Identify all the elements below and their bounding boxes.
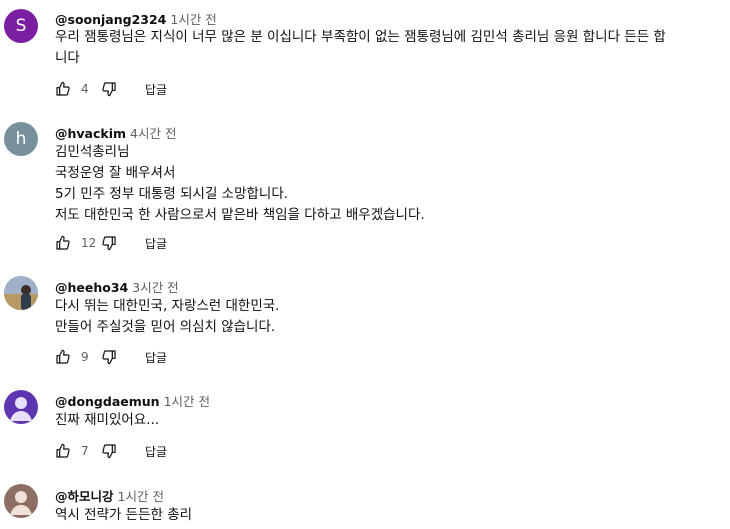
reply-button[interactable]: 답글: [145, 235, 167, 252]
avatar[interactable]: S: [4, 9, 38, 43]
comment-header: @하모니강 1시간 전: [55, 486, 164, 505]
thumbs-up-icon[interactable]: [55, 235, 71, 251]
reply-button[interactable]: 답글: [145, 349, 167, 366]
default-user-icon: [10, 491, 32, 515]
comment-text: 진짜 재미있어요...: [55, 412, 160, 428]
comment-author[interactable]: @soonjang2324: [55, 12, 166, 27]
like-count: 7: [81, 444, 89, 458]
like-count: 12: [81, 236, 97, 250]
thumbs-down-icon[interactable]: [101, 349, 117, 365]
like-count: 4: [81, 82, 89, 96]
comment-text: 역시 전략가 든든한 총리: [55, 507, 193, 523]
comment-actions: 9 답글: [55, 348, 167, 366]
avatar-letter: h: [15, 129, 27, 149]
thumbs-up-icon[interactable]: [55, 81, 71, 97]
avatar[interactable]: [4, 484, 38, 518]
comment-author[interactable]: @hvackim: [55, 126, 126, 141]
thumbs-up-icon[interactable]: [55, 443, 71, 459]
comment-actions: 4 답글: [55, 80, 167, 98]
comment-time[interactable]: 4시간 전: [130, 126, 176, 141]
comment-time[interactable]: 1시간 전: [170, 12, 216, 27]
thumbs-down-icon[interactable]: [101, 235, 117, 251]
comment-actions: 7 답글: [55, 442, 167, 460]
avatar-letter: S: [15, 16, 27, 36]
reply-button[interactable]: 답글: [145, 81, 167, 98]
like-count: 9: [81, 350, 89, 364]
comment-header: @dongdaemun 1시간 전: [55, 391, 210, 410]
comment-time[interactable]: 3시간 전: [132, 280, 178, 295]
reply-button[interactable]: 답글: [145, 443, 167, 460]
comment-text: 우리 잼통령님은 지식이 너무 많은 분 이십니다 부족함이 없는 잼통령님에 …: [55, 29, 666, 66]
thumbs-down-icon[interactable]: [101, 443, 117, 459]
comment-header: @soonjang2324 1시간 전: [55, 9, 217, 28]
avatar[interactable]: [4, 276, 38, 310]
avatar-photo: [4, 276, 38, 310]
comment-text: 다시 뛰는 대한민국, 자랑스런 대한민국. 만들어 주실것을 믿어 의심치 않…: [55, 298, 280, 335]
comment-author[interactable]: @dongdaemun: [55, 394, 160, 409]
avatar[interactable]: [4, 390, 38, 424]
comment-header: @hvackim 4시간 전: [55, 123, 176, 142]
comment-time[interactable]: 1시간 전: [118, 489, 164, 504]
comment-header: @heeho34 3시간 전: [55, 277, 179, 296]
thumbs-up-icon[interactable]: [55, 349, 71, 365]
thumbs-down-icon[interactable]: [101, 81, 117, 97]
comment-time[interactable]: 1시간 전: [164, 394, 210, 409]
comment-author[interactable]: @하모니강: [55, 489, 114, 504]
avatar[interactable]: h: [4, 122, 38, 156]
default-user-icon: [10, 397, 32, 421]
comment-text: 김민석총리님 국정운영 잘 배우셔서 5기 민주 정부 대통령 되시길 소망합니…: [55, 144, 425, 223]
comment-actions: 12 답글: [55, 234, 167, 252]
comment-author[interactable]: @heeho34: [55, 280, 128, 295]
